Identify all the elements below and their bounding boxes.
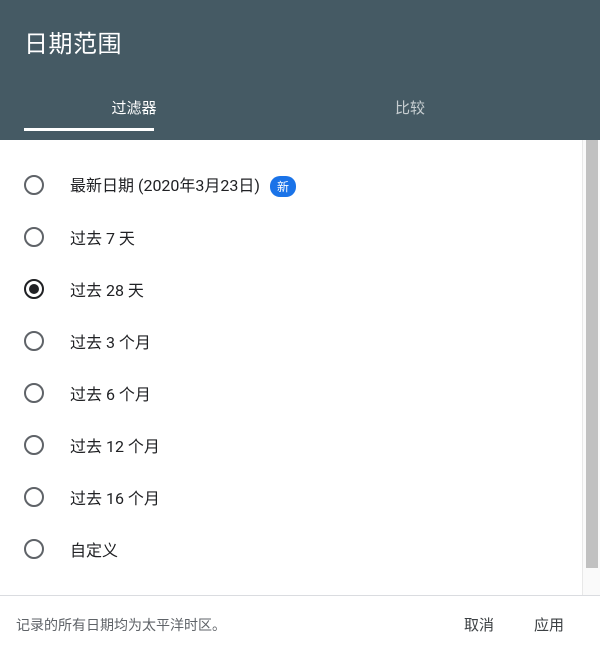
apply-button[interactable]: 应用: [518, 604, 580, 645]
timezone-note: 记录的所有日期均为太平洋时区。: [16, 615, 440, 635]
option-label: 最新日期 (2020年3月23日): [70, 176, 260, 195]
option-4[interactable]: 过去 6 个月: [0, 367, 582, 419]
option-label: 过去 12 个月: [70, 437, 160, 456]
option-label-wrap: 过去 7 天: [70, 225, 135, 249]
option-6[interactable]: 过去 16 个月: [0, 471, 582, 523]
option-label: 过去 16 个月: [70, 489, 160, 508]
options-list: 最新日期 (2020年3月23日) 新过去 7 天过去 28 天过去 3 个月过去…: [0, 140, 582, 595]
option-0[interactable]: 最新日期 (2020年3月23日) 新: [0, 158, 582, 211]
new-badge: 新: [270, 176, 296, 197]
tab-1[interactable]: 比较: [244, 83, 576, 131]
tab-bar: 过滤器比较: [24, 83, 576, 131]
radio-icon[interactable]: [24, 487, 44, 507]
content-area: 最新日期 (2020年3月23日) 新过去 7 天过去 28 天过去 3 个月过去…: [0, 140, 600, 595]
tab-0[interactable]: 过滤器: [24, 83, 244, 131]
option-label: 过去 6 个月: [70, 385, 151, 404]
option-label: 过去 3 个月: [70, 333, 151, 352]
option-label: 过去 7 天: [70, 229, 135, 248]
option-label-wrap: 过去 6 个月: [70, 381, 151, 405]
cancel-button[interactable]: 取消: [448, 604, 510, 645]
option-label-wrap: 过去 12 个月: [70, 433, 160, 457]
option-label: 过去 28 天: [70, 281, 144, 300]
radio-icon[interactable]: [24, 175, 44, 195]
option-label-wrap: 最新日期 (2020年3月23日) 新: [70, 172, 296, 197]
option-2[interactable]: 过去 28 天: [0, 263, 582, 315]
radio-icon[interactable]: [24, 279, 44, 299]
scrollbar[interactable]: [582, 140, 600, 595]
option-label-wrap: 自定义: [70, 537, 118, 561]
option-1[interactable]: 过去 7 天: [0, 211, 582, 263]
option-label-wrap: 过去 3 个月: [70, 329, 151, 353]
option-label-wrap: 过去 28 天: [70, 277, 144, 301]
radio-icon[interactable]: [24, 539, 44, 559]
radio-icon[interactable]: [24, 227, 44, 247]
radio-icon[interactable]: [24, 331, 44, 351]
dialog-title: 日期范围: [24, 24, 576, 83]
option-label-wrap: 过去 16 个月: [70, 485, 160, 509]
radio-icon[interactable]: [24, 383, 44, 403]
option-7[interactable]: 自定义: [0, 523, 582, 575]
option-3[interactable]: 过去 3 个月: [0, 315, 582, 367]
dialog-header: 日期范围 过滤器比较: [0, 0, 600, 140]
option-label: 自定义: [70, 541, 118, 560]
option-5[interactable]: 过去 12 个月: [0, 419, 582, 471]
radio-icon[interactable]: [24, 435, 44, 455]
dialog-footer: 记录的所有日期均为太平洋时区。 取消 应用: [0, 595, 600, 653]
scrollbar-thumb[interactable]: [586, 140, 598, 568]
